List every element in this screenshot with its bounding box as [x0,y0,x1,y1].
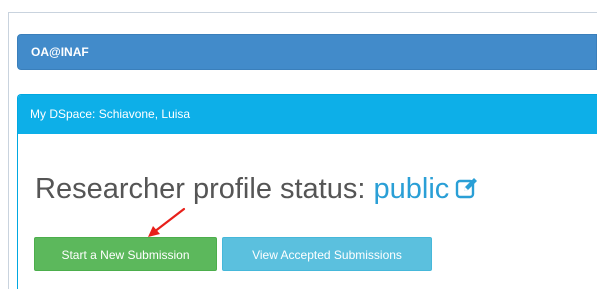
red-arrow-icon [148,207,186,237]
status-value-link[interactable]: public [373,173,449,205]
researcher-profile-status: Researcher profile status: public [35,173,479,208]
panel-heading: My DSpace: Schiavone, Luisa [18,95,597,134]
start-new-submission-button[interactable]: Start a New Submission [34,237,217,271]
pencil-square-icon[interactable] [455,175,479,208]
view-accepted-submissions-button[interactable]: View Accepted Submissions [222,237,432,271]
navbar: OA@INAF [17,34,597,70]
brand-link[interactable]: OA@INAF [31,45,89,59]
mydspace-panel: My DSpace: Schiavone, Luisa Researcher p… [17,94,597,289]
panel-heading-title: My DSpace: Schiavone, Luisa [30,107,191,121]
status-label: Researcher profile status: [35,173,374,205]
